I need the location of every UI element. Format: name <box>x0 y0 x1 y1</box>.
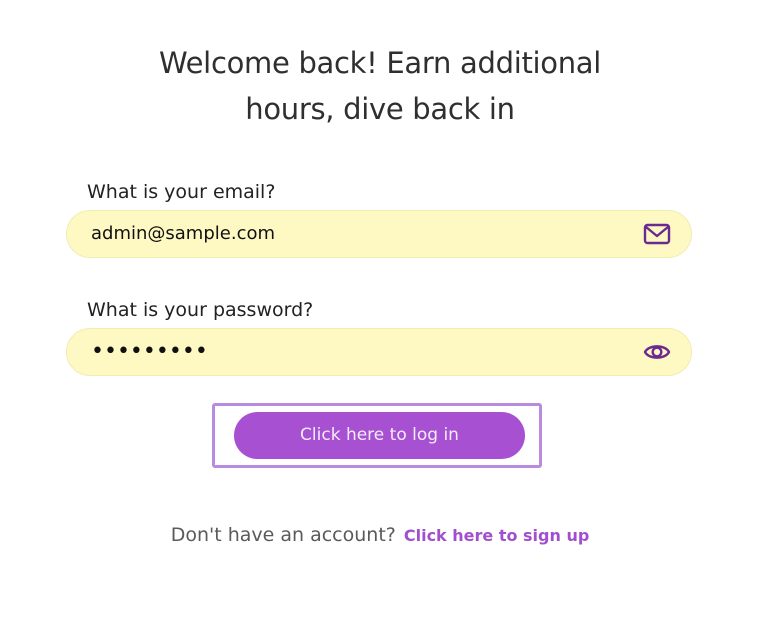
page-title: Welcome back! Earn additional hours, div… <box>0 40 760 132</box>
mail-icon <box>643 222 671 246</box>
page-title-line-1: Welcome back! Earn additional <box>158 46 602 80</box>
email-label: What is your email? <box>87 181 276 203</box>
password-value[interactable]: ••••••••• <box>91 329 208 375</box>
eye-icon[interactable] <box>643 340 671 364</box>
password-label: What is your password? <box>87 299 314 321</box>
email-value[interactable]: admin@sample.com <box>91 211 275 257</box>
page-title-line-2: hours, dive back in <box>245 92 515 126</box>
login-button[interactable]: Click here to log in <box>234 412 525 459</box>
signup-link[interactable]: Click here to sign up <box>404 526 589 545</box>
signup-row: Don't have an account? Click here to sign… <box>0 524 760 546</box>
login-page: Welcome back! Earn additional hours, div… <box>0 0 772 619</box>
password-field[interactable]: ••••••••• <box>66 328 692 376</box>
signup-prompt: Don't have an account? <box>170 524 396 546</box>
email-field[interactable]: admin@sample.com <box>66 210 692 258</box>
